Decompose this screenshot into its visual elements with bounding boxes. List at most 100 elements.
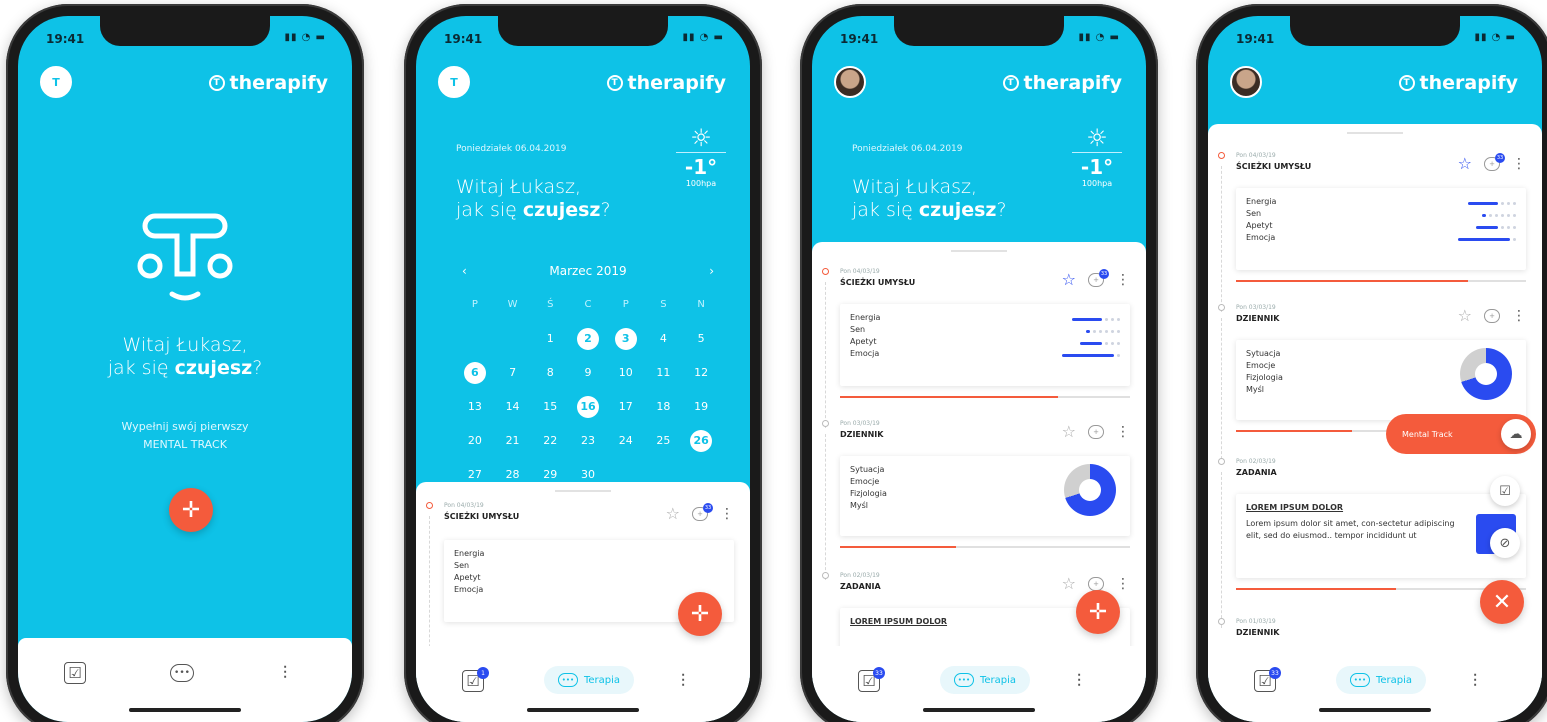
brand-logo: Ttherapify: [606, 72, 726, 94]
settings-tab-icon[interactable]: ⫶: [672, 670, 694, 692]
calendar-day[interactable]: 15: [531, 396, 569, 418]
settings-tab-icon[interactable]: ⫶: [1068, 670, 1090, 692]
comment-icon[interactable]: +: [1088, 576, 1104, 591]
status-time: 19:41: [1236, 32, 1275, 46]
star-icon[interactable]: ☆: [1458, 154, 1472, 173]
metric-label: Sen: [1246, 209, 1262, 218]
comment-icon[interactable]: +33: [1484, 152, 1505, 171]
entry-actions: ☆ +33 ⋮: [1458, 152, 1526, 173]
add-fab-button[interactable]: ✛: [678, 592, 722, 636]
avatar[interactable]: [1230, 66, 1262, 98]
entry-progress: [1236, 280, 1526, 282]
avatar[interactable]: T: [40, 66, 72, 98]
calendar-day[interactable]: 4: [645, 328, 683, 350]
calendar-day[interactable]: 3: [614, 328, 637, 350]
attachment-fab-button[interactable]: ⊘: [1490, 528, 1520, 558]
calendar-day[interactable]: 19: [682, 396, 720, 418]
calendar-day[interactable]: 7: [494, 362, 532, 384]
meter-dot: [1105, 342, 1108, 345]
calendar-day[interactable]: 13: [456, 396, 494, 418]
calendar-day[interactable]: 21: [494, 430, 532, 452]
star-icon[interactable]: ☆: [1062, 270, 1076, 289]
timeline-dot: [1218, 458, 1225, 465]
therapy-tab[interactable]: ••• Terapia: [544, 666, 635, 694]
timeline-dot: [426, 502, 433, 509]
more-icon[interactable]: ⋮: [720, 506, 734, 522]
calendar-day[interactable]: 10: [607, 362, 645, 384]
therapy-tab[interactable]: ••• Terapia: [940, 666, 1031, 694]
comment-icon[interactable]: +33: [1088, 268, 1109, 287]
calendar-day[interactable]: 18: [645, 396, 683, 418]
calendar-day[interactable]: 16: [576, 396, 599, 418]
phone-calendar: 19:41 ▮▮ ◔ ▬ T Ttherapify Poniedziałek 0…: [404, 4, 762, 722]
entry-progress-fill: [1236, 430, 1352, 432]
appetite-meter: [1080, 342, 1120, 345]
add-fab-button[interactable]: ✛: [169, 488, 213, 532]
calendar-day[interactable]: 1: [531, 328, 569, 350]
tasks-tab-icon[interactable]: ☑ 33: [858, 667, 885, 692]
entry-item[interactable]: Pon 03/03/19 DZIENNIK ☆ + ⋮ Sytuacja Emo…: [812, 420, 1146, 580]
star-icon[interactable]: ☆: [1062, 574, 1076, 593]
calendar-day[interactable]: 9: [569, 362, 607, 384]
more-icon[interactable]: ⋮: [1116, 272, 1130, 288]
settings-tab-icon[interactable]: ⫶: [1464, 670, 1486, 692]
entry-item[interactable]: Pon 04/03/19 ŚCIEŻKI UMYSŁU ☆ +33 ⋮ Ener…: [1208, 152, 1542, 312]
avatar[interactable]: T: [438, 66, 470, 98]
prev-month-icon[interactable]: ‹: [462, 264, 467, 278]
calendar-day[interactable]: 5: [682, 328, 720, 350]
brain-icon: ☁: [1501, 419, 1531, 449]
more-icon[interactable]: ⋮: [1512, 156, 1526, 172]
drag-handle[interactable]: [951, 250, 1007, 252]
more-icon[interactable]: ⋮: [1116, 424, 1130, 440]
comment-icon[interactable]: +: [1484, 308, 1500, 323]
entry-progress: [840, 546, 1130, 548]
mental-track-button[interactable]: Mental Track ☁: [1386, 414, 1536, 454]
tasks-badge: 33: [1269, 667, 1281, 679]
more-icon[interactable]: ⋮: [1512, 308, 1526, 324]
entry-item[interactable]: Pon 04/03/19 ŚCIEŻKI UMYSŁU ☆ +33 ⋮ Ener…: [812, 268, 1146, 428]
mental-track-label: Mental Track: [1402, 429, 1453, 439]
calendar-day[interactable]: 14: [494, 396, 532, 418]
tasks-tab-icon[interactable]: ☑ 33: [1254, 667, 1281, 692]
calendar-day[interactable]: 22: [531, 430, 569, 452]
comment-icon[interactable]: +33: [692, 502, 713, 521]
comment-icon[interactable]: +: [1088, 424, 1104, 439]
meter-dot: [1117, 354, 1120, 357]
greeting-line2: jak się czujesz?: [456, 199, 611, 222]
calendar-day[interactable]: 23: [569, 430, 607, 452]
calendar-day[interactable]: 17: [607, 396, 645, 418]
calendar-day[interactable]: 25: [645, 430, 683, 452]
calendar-day[interactable]: 8: [531, 362, 569, 384]
tasks-tab-icon[interactable]: ☑ 1: [462, 667, 489, 692]
close-fab-button[interactable]: ✕: [1480, 580, 1524, 624]
star-icon[interactable]: ☆: [1458, 306, 1472, 325]
timeline-dot: [1218, 304, 1225, 311]
avatar[interactable]: [834, 66, 866, 98]
drag-handle[interactable]: [555, 490, 611, 492]
entry-date: Pon 02/03/19: [840, 572, 880, 579]
greeting-suffix: ?: [252, 357, 263, 379]
metrics-card: Energia Sen Apetyt Emocja: [1236, 188, 1526, 270]
calendar-day[interactable]: 11: [645, 362, 683, 384]
therapy-tab-icon[interactable]: •••: [170, 664, 194, 682]
more-icon[interactable]: ⋮: [1116, 576, 1130, 592]
therapy-tab[interactable]: ••• Terapia: [1336, 666, 1427, 694]
checklist-fab-button[interactable]: ☑: [1490, 476, 1520, 506]
calendar-day[interactable]: 24: [607, 430, 645, 452]
calendar-day[interactable]: 26: [690, 430, 713, 452]
star-icon[interactable]: ☆: [1062, 422, 1076, 441]
weather-pressure: 100hpa: [1081, 179, 1113, 188]
tasks-badge: 1: [477, 667, 489, 679]
meter-bar: [1086, 330, 1090, 333]
tasks-tab-icon[interactable]: ☑: [64, 662, 86, 684]
brand-name: therapify: [1023, 72, 1122, 94]
calendar-day[interactable]: 6: [463, 362, 486, 384]
settings-tab-icon[interactable]: ⫶: [274, 662, 296, 684]
calendar-day[interactable]: 2: [576, 328, 599, 350]
calendar-day[interactable]: 20: [456, 430, 494, 452]
next-month-icon[interactable]: ›: [709, 264, 714, 278]
calendar-day[interactable]: 12: [682, 362, 720, 384]
drag-handle[interactable]: [1347, 132, 1403, 134]
add-fab-button[interactable]: ✛: [1076, 590, 1120, 634]
star-icon[interactable]: ☆: [666, 504, 680, 523]
